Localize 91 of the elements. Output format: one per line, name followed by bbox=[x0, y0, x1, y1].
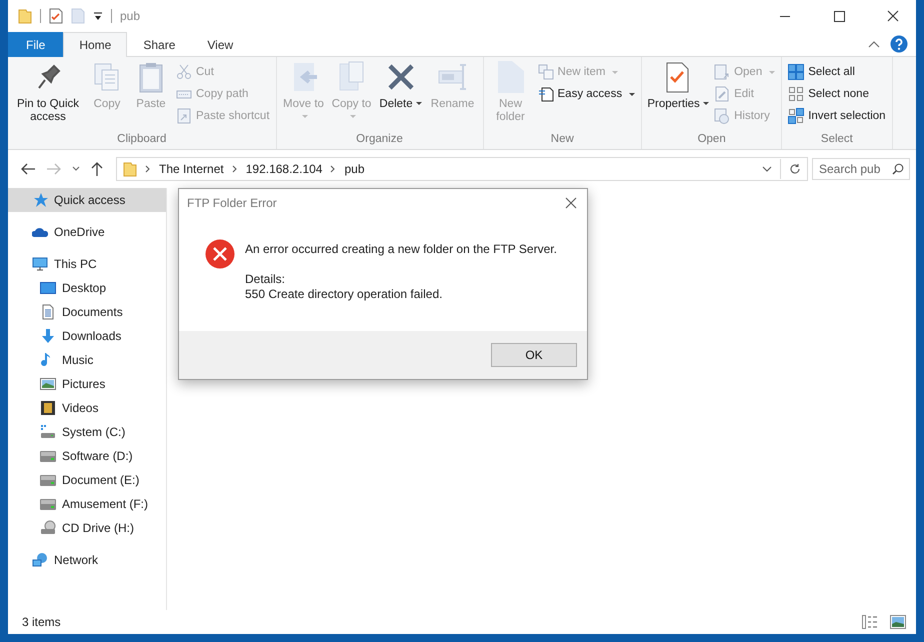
cd-drive-icon bbox=[40, 520, 56, 536]
customize-toolbar-icon[interactable] bbox=[93, 11, 103, 21]
properties-icon[interactable] bbox=[49, 8, 63, 24]
star-icon bbox=[32, 192, 48, 208]
ribbon-button[interactable]: Easy access bbox=[538, 86, 636, 102]
easy-access-icon bbox=[538, 86, 554, 102]
pictures-icon bbox=[40, 376, 56, 392]
breadcrumb[interactable]: The Internet bbox=[159, 162, 224, 176]
caret-icon bbox=[350, 115, 356, 118]
system-drive-icon bbox=[40, 424, 56, 440]
search-icon bbox=[892, 163, 904, 175]
sidebar-item[interactable]: Software (D:) bbox=[8, 444, 166, 468]
drive-icon bbox=[40, 472, 56, 488]
chevron-down-icon[interactable] bbox=[762, 166, 772, 172]
sidebar-item[interactable]: Pictures bbox=[8, 372, 166, 396]
caret-icon bbox=[302, 115, 308, 118]
close-icon[interactable] bbox=[565, 197, 577, 209]
collapse-ribbon-icon[interactable] bbox=[868, 40, 880, 48]
ribbon-button[interactable]: Delete bbox=[376, 60, 425, 131]
ribbon-button[interactable]: Select none bbox=[788, 86, 886, 102]
help-icon[interactable] bbox=[890, 35, 908, 53]
caret-icon bbox=[702, 102, 709, 106]
breadcrumb[interactable]: pub bbox=[344, 162, 364, 176]
film-icon bbox=[40, 400, 56, 416]
folder-icon bbox=[123, 161, 137, 177]
sidebar-item[interactable]: Amusement (F:) bbox=[8, 492, 166, 516]
chevron-right-icon[interactable] bbox=[232, 165, 238, 173]
ribbon-button[interactable]: Select all bbox=[788, 64, 886, 80]
network-icon bbox=[32, 552, 48, 568]
sidebar-item[interactable]: OneDrive bbox=[8, 220, 166, 244]
paste-shortcut-icon bbox=[176, 108, 192, 124]
download-icon bbox=[40, 328, 56, 344]
ribbon-tab[interactable]: File bbox=[8, 32, 64, 57]
sidebar-item[interactable]: This PC bbox=[8, 252, 166, 276]
refresh-icon[interactable] bbox=[789, 163, 801, 175]
drive-icon bbox=[40, 448, 56, 464]
group-label: Select bbox=[820, 132, 854, 147]
desktop-icon bbox=[40, 280, 56, 296]
sidebar-item[interactable]: Network bbox=[8, 548, 166, 572]
sidebar-item[interactable]: System (C:) bbox=[8, 420, 166, 444]
chevron-right-icon[interactable] bbox=[145, 165, 151, 173]
ribbon-tab[interactable]: Share bbox=[127, 32, 192, 57]
ok-button[interactable]: OK bbox=[491, 343, 577, 367]
ribbon-button[interactable]: Invert selection bbox=[788, 108, 886, 124]
ribbon-button[interactable]: Pin to Quick access bbox=[12, 60, 84, 131]
back-arrow-icon[interactable] bbox=[20, 161, 36, 177]
item-count: 3 items bbox=[22, 615, 61, 629]
scissors-icon bbox=[176, 64, 192, 80]
breadcrumb[interactable]: 192.168.2.104 bbox=[246, 162, 322, 176]
address-bar[interactable]: The Internet 192.168.2.104 pub bbox=[116, 157, 808, 181]
error-message: An error occurred creating a new folder on the FTP Server. bbox=[245, 242, 557, 257]
ribbon-tab[interactable]: Home bbox=[63, 32, 128, 57]
ribbon-tab[interactable]: View bbox=[191, 32, 250, 57]
select-all-icon bbox=[788, 64, 804, 80]
sidebar-item[interactable]: Document (E:) bbox=[8, 468, 166, 492]
open-icon bbox=[714, 64, 730, 80]
group-label: New bbox=[550, 132, 575, 147]
sidebar-item[interactable]: Documents bbox=[8, 300, 166, 324]
document-icon bbox=[40, 304, 56, 320]
group-label: Open bbox=[696, 132, 727, 147]
select-none-icon bbox=[788, 86, 804, 102]
caret-icon bbox=[769, 70, 776, 74]
error-icon bbox=[205, 239, 235, 269]
window-title: pub bbox=[120, 9, 140, 23]
group-label: Clipboard bbox=[116, 132, 168, 147]
sidebar-item[interactable]: Downloads bbox=[8, 324, 166, 348]
monitor-icon bbox=[32, 256, 48, 272]
history-icon bbox=[714, 108, 730, 124]
sidebar-item[interactable]: Quick access bbox=[8, 188, 166, 212]
large-icons-view-icon[interactable] bbox=[890, 615, 906, 629]
details-label: Details: bbox=[245, 272, 286, 287]
caret-icon bbox=[416, 102, 422, 106]
chevron-down-icon[interactable] bbox=[72, 166, 80, 172]
sidebar-item[interactable]: Desktop bbox=[8, 276, 166, 300]
details-view-icon[interactable] bbox=[862, 615, 878, 629]
dialog-title: FTP Folder Error bbox=[187, 196, 277, 210]
ribbon-button[interactable]: Properties bbox=[646, 60, 710, 131]
chevron-right-icon[interactable] bbox=[330, 165, 336, 173]
drive-icon bbox=[40, 496, 56, 512]
search-field[interactable]: Search pub bbox=[812, 158, 910, 180]
new-item-icon bbox=[538, 64, 554, 80]
up-arrow-icon[interactable] bbox=[90, 161, 104, 177]
invert-selection-icon bbox=[788, 108, 804, 124]
sidebar-item[interactable]: Music bbox=[8, 348, 166, 372]
error-details: 550 Create directory operation failed. bbox=[245, 287, 444, 302]
caret-icon bbox=[612, 70, 618, 74]
edit-icon bbox=[714, 86, 730, 102]
sidebar-item[interactable]: Videos bbox=[8, 396, 166, 420]
caret-icon bbox=[629, 92, 636, 96]
sidebar-item[interactable]: CD Drive (H:) bbox=[8, 516, 166, 540]
group-label: Organize bbox=[355, 132, 404, 147]
